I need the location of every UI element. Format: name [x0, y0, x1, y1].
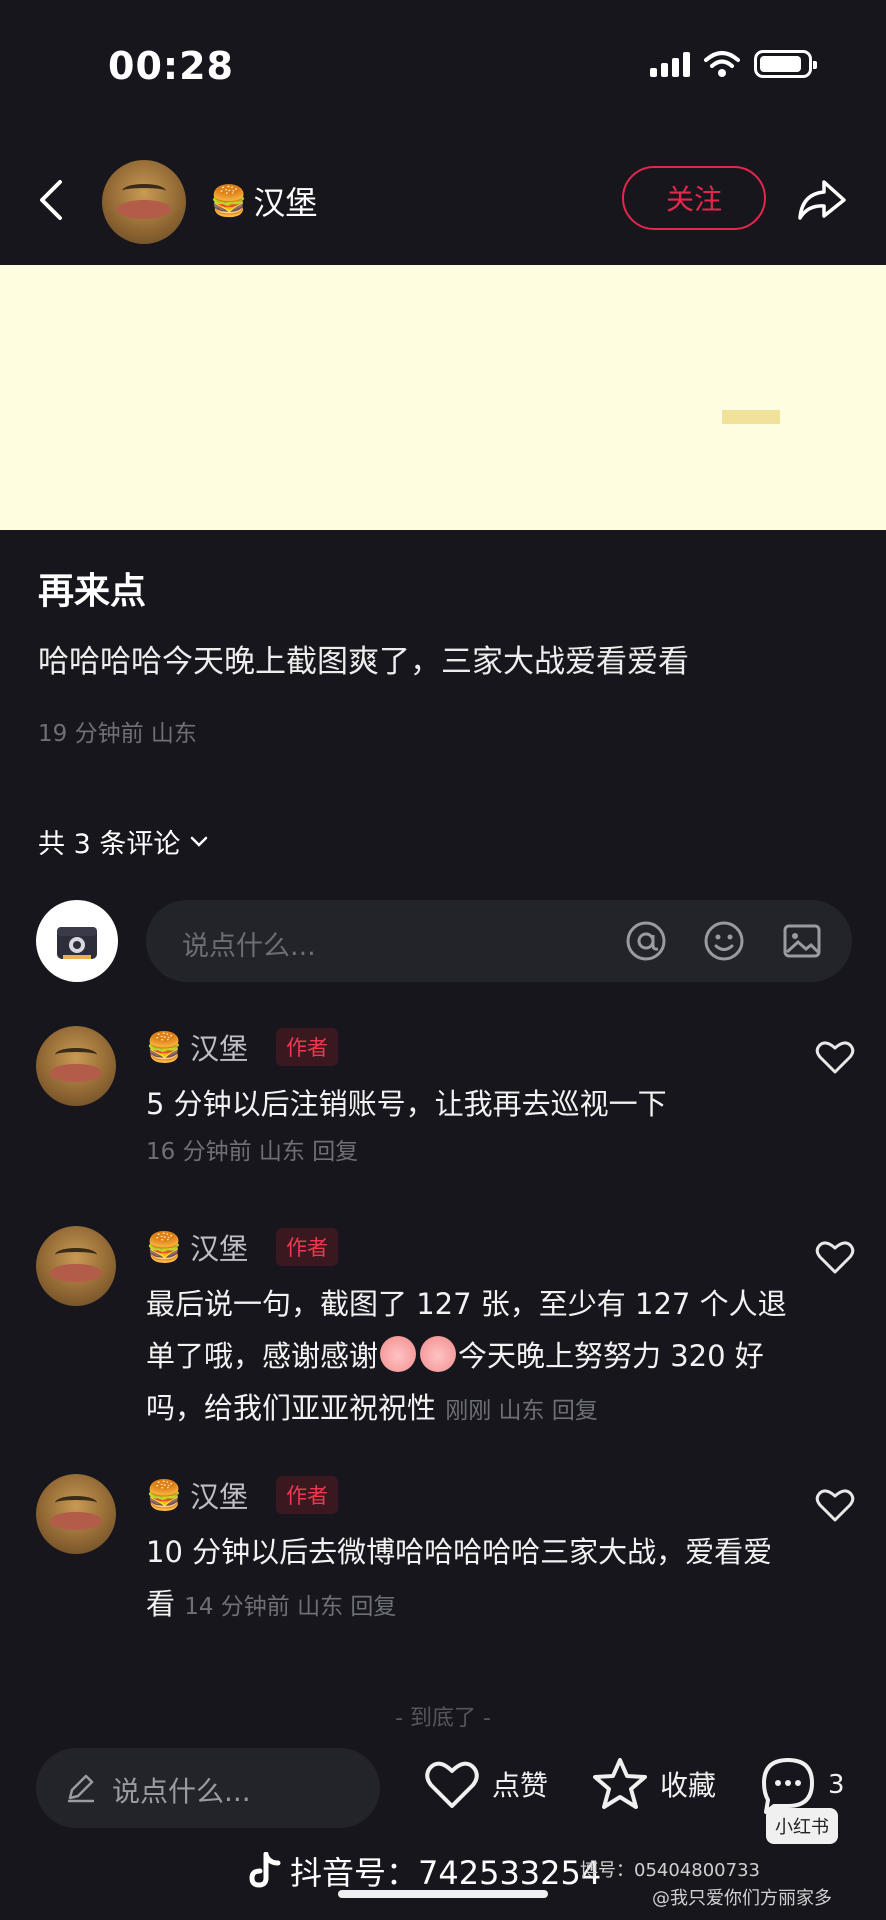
comment-meta[interactable]: 14 分钟前 山东 回复	[184, 1594, 396, 1620]
share-arrow-icon[interactable]	[794, 172, 850, 228]
post-meta: 19 分钟前 山东	[38, 721, 197, 747]
cellular-signal-icon	[650, 51, 690, 77]
at-icon[interactable]	[624, 919, 668, 963]
end-of-list-marker: - 到底了 -	[395, 1706, 491, 1731]
comment-header: 🍔 汉堡 作者	[146, 1026, 339, 1068]
post-title: 再来点	[38, 571, 147, 612]
favorite-button[interactable]: 收藏	[590, 1756, 716, 1812]
author-badge: 作者	[276, 1228, 339, 1266]
commenter-name[interactable]: 汉堡	[190, 1026, 248, 1068]
comment-meta[interactable]: 16 分钟前 山东 回复	[146, 1132, 358, 1166]
favorite-label: 收藏	[660, 1769, 717, 1802]
burger-emoji-icon: 🍔	[146, 1229, 183, 1264]
comment-item: 🍔 汉堡 作者 最后说一句，截图了 127 张，至少有 127 个人退单了哦，感…	[36, 1226, 856, 1426]
heart-icon[interactable]	[814, 1036, 856, 1078]
comment-count-label: 共 3 条评论	[38, 829, 181, 860]
author-name-text: 汉堡	[253, 184, 318, 222]
commenter-avatar[interactable]	[36, 1226, 116, 1306]
author-badge: 作者	[276, 1476, 339, 1514]
battery-level	[760, 56, 802, 72]
post-header: 🍔 汉堡 关注	[0, 150, 886, 250]
commenter-name[interactable]: 汉堡	[190, 1474, 248, 1516]
heart-icon[interactable]	[814, 1484, 856, 1526]
status-bar: 00:28	[0, 0, 886, 130]
pencil-icon	[68, 1774, 94, 1803]
camera-avatar-icon	[57, 927, 97, 959]
commenter-avatar[interactable]	[36, 1026, 116, 1106]
burger-emoji-icon: 🍔	[146, 1477, 183, 1512]
bottom-input-placeholder: 说点什么...	[112, 1775, 251, 1808]
author-badge: 作者	[276, 1028, 339, 1066]
battery-icon	[754, 50, 817, 78]
wifi-icon	[704, 51, 740, 77]
emoji-icon[interactable]	[702, 919, 746, 963]
image-icon[interactable]	[780, 919, 824, 963]
comment-input[interactable]: 说点什么...	[146, 900, 852, 982]
burger-emoji-icon: 🍔	[210, 183, 248, 219]
comment-input-placeholder: 说点什么...	[182, 931, 316, 962]
post-body: 哈哈哈哈今天晚上截图爽了，三家大战爱看爱看	[38, 644, 689, 680]
burger-emoji-icon: 🍔	[146, 1029, 183, 1064]
weibo-watermark-id: 博号：05404800733	[580, 1860, 760, 1881]
like-label: 点赞	[492, 1769, 549, 1802]
like-button[interactable]: 点赞	[422, 1756, 548, 1812]
comment-item: 🍔 汉堡 作者 5 分钟以后注销账号，让我再去巡视一下 16 分钟前 山东 回复	[36, 1026, 856, 1176]
comment-bubble-icon	[762, 1758, 814, 1814]
comment-header: 🍔 汉堡 作者	[146, 1474, 339, 1516]
comment-meta[interactable]: 刚刚 山东 回复	[445, 1398, 598, 1424]
back-chevron-icon[interactable]	[36, 172, 76, 228]
chevron-down-icon	[191, 836, 208, 847]
comment-text: 10 分钟以后去微博哈哈哈哈哈三家大战，爱看爱看 14 分钟前 山东 回复	[146, 1526, 796, 1633]
status-time: 00:28	[108, 44, 234, 88]
image-mark	[722, 410, 780, 424]
tiktok-logo-icon	[249, 1852, 281, 1888]
commenter-avatar[interactable]	[36, 1474, 116, 1554]
heart-icon[interactable]	[814, 1236, 856, 1278]
douyin-watermark: 抖音号：742533254	[248, 1848, 601, 1894]
comment-button[interactable]: 3	[758, 1756, 845, 1814]
xiaohongshu-badge: 小红书	[766, 1808, 838, 1844]
follow-button[interactable]: 关注	[622, 166, 766, 230]
douyin-id: 抖音号：742533254	[290, 1854, 602, 1892]
comment-text: 5 分钟以后注销账号，让我再去巡视一下	[146, 1087, 667, 1121]
blush-emoji-icon	[420, 1336, 457, 1372]
blush-emoji-icon	[380, 1336, 417, 1372]
star-icon	[593, 1758, 647, 1809]
comment-text: 最后说一句，截图了 127 张，至少有 127 个人退单了哦，感谢感谢 今天晚上努…	[146, 1278, 796, 1437]
home-indicator[interactable]	[338, 1890, 548, 1898]
author-avatar[interactable]	[102, 160, 186, 244]
bottom-comment-input[interactable]: 说点什么...	[36, 1748, 380, 1828]
author-name[interactable]: 🍔 汉堡	[210, 178, 317, 224]
bottom-action-bar: 说点什么... 点赞 收藏 3	[0, 1744, 886, 1844]
comment-item: 🍔 汉堡 作者 10 分钟以后去微博哈哈哈哈哈三家大战，爱看爱看 14 分钟前 …	[36, 1474, 856, 1624]
weibo-watermark-user: @我只爱你们方丽家多	[652, 1888, 832, 1909]
comment-count-toggle[interactable]: 共 3 条评论	[38, 822, 208, 861]
post-image[interactable]	[0, 265, 886, 530]
status-icons	[650, 50, 817, 78]
comment-header: 🍔 汉堡 作者	[146, 1226, 339, 1268]
my-avatar[interactable]	[36, 900, 118, 982]
comment-count: 3	[828, 1770, 845, 1800]
heart-icon	[425, 1761, 479, 1808]
commenter-name[interactable]: 汉堡	[190, 1226, 248, 1268]
